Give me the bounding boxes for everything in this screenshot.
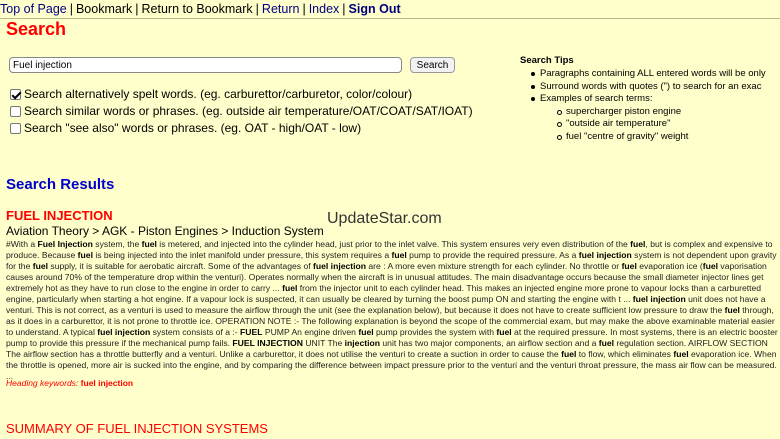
see-also-checkbox[interactable] — [10, 122, 21, 134]
nav-separator: | — [342, 2, 346, 16]
keyword-highlight: fuel — [702, 261, 719, 271]
keyword-highlight: fuel — [282, 283, 298, 293]
search-example-item: fuel "centre of gravity" weight — [557, 131, 780, 144]
keyword-highlight: fuel injection — [578, 250, 632, 260]
keyword-highlight: fuel injection — [632, 294, 686, 304]
search-tips-panel: Search Tips Paragraphs containing ALL en… — [520, 55, 780, 143]
result-title-link[interactable]: FUEL INJECTION — [6, 208, 113, 223]
watermark: UpdateStar.com — [327, 210, 442, 227]
search-results-heading: Search Results — [6, 176, 115, 193]
search-example-item: "outside air temperature" — [557, 118, 780, 131]
keyword-highlight: fuel — [32, 261, 49, 271]
nav-separator: | — [255, 2, 259, 16]
nav-return-to-bookmark-link[interactable]: Return to Bookmark — [142, 2, 253, 16]
keyword-highlight: fuel — [561, 349, 577, 359]
nav-separator: | — [302, 2, 306, 16]
keyword-highlight: FUEL — [240, 327, 263, 337]
keyword-highlight: fuel — [621, 261, 637, 271]
option-label: Search similar words or phrases. (eg. ou… — [24, 104, 473, 118]
heading-keywords: Heading keywords: fuel injection — [6, 378, 133, 388]
keyword-highlight: fuel — [391, 250, 407, 260]
heading-keywords-value: fuel injection — [80, 378, 134, 388]
nav-sign-out-link[interactable]: Sign Out — [349, 2, 401, 16]
similar-words-checkbox[interactable] — [10, 105, 21, 117]
search-heading: Search — [6, 19, 67, 39]
option-label: Search "see also" words or phrases. (eg.… — [24, 121, 362, 135]
result-breadcrumb: Aviation Theory > AGK - Piston Engines >… — [6, 224, 324, 238]
nav-return-link[interactable]: Return — [262, 2, 300, 16]
keyword-highlight: FUEL INJECTION — [232, 338, 303, 348]
nav-separator: | — [135, 2, 139, 16]
result-snippet: #With a Fuel Injection system, the fuel … — [6, 239, 778, 381]
top-navigation-bar: Top of Page | Bookmark | Return to Bookmark |… — [0, 0, 780, 19]
keyword-highlight: fuel — [77, 250, 93, 260]
search-button[interactable]: Search — [410, 57, 455, 73]
keyword-highlight: fuel — [496, 327, 512, 337]
nav-top-of-page-link[interactable]: Top of Page — [0, 2, 67, 16]
search-tip-item: Examples of search terms: supercharger p… — [531, 93, 780, 144]
result-title-link[interactable]: SUMMARY OF FUEL INJECTION SYSTEMS — [6, 421, 268, 436]
keyword-highlight: fuel — [598, 338, 615, 348]
keyword-highlight: Fuel Injection — [37, 239, 93, 249]
search-example-item: supercharger piston engine — [557, 106, 780, 119]
search-tips-list: Paragraphs containing ALL entered words … — [520, 68, 780, 143]
keyword-highlight: fuel — [358, 327, 374, 337]
option-similar-words[interactable]: Search similar words or phrases. (eg. ou… — [10, 104, 473, 118]
keyword-highlight: injection — [344, 338, 380, 348]
alternative-spellings-checkbox[interactable] — [10, 88, 21, 100]
search-input[interactable] — [9, 57, 402, 73]
nav-index-link[interactable]: Index — [309, 2, 340, 16]
keyword-highlight: fuel injection — [97, 327, 151, 337]
keyword-highlight: fuel injection — [313, 261, 367, 271]
nav-separator: | — [69, 2, 73, 16]
search-examples-list: supercharger piston engine "outside air … — [540, 106, 780, 144]
search-tip-item: Surround words with quotes (") to search… — [531, 81, 780, 94]
keyword-highlight: fuel — [630, 239, 646, 249]
option-label: Search alternatively spelt words. (eg. c… — [24, 87, 413, 101]
nav-bookmark-link[interactable]: Bookmark — [76, 2, 132, 16]
search-tip-item: Paragraphs containing ALL entered words … — [531, 68, 780, 81]
heading-keywords-label: Heading keywords: — [6, 378, 79, 388]
option-see-also[interactable]: Search "see also" words or phrases. (eg.… — [10, 121, 361, 135]
keyword-highlight: fuel — [141, 239, 157, 249]
search-tip-examples-label: Examples of search terms: — [540, 93, 653, 104]
keyword-highlight: fuel — [673, 349, 689, 359]
search-tips-title: Search Tips — [520, 55, 574, 66]
option-alternative-spellings[interactable]: Search alternatively spelt words. (eg. c… — [10, 87, 412, 101]
keyword-highlight: fuel — [724, 305, 740, 315]
